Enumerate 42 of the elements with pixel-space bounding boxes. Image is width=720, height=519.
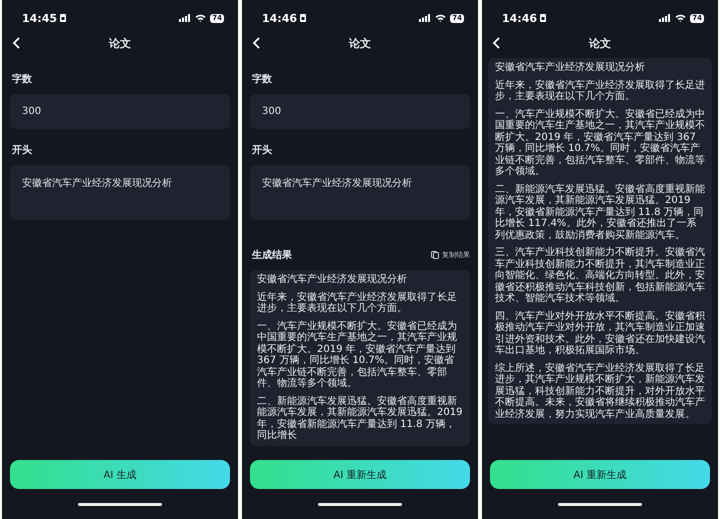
field-label: 字数 (252, 72, 273, 86)
back-icon[interactable] (252, 36, 262, 50)
field-label: 开头 (12, 144, 33, 157)
sim-card-icon (60, 14, 66, 22)
signal-icon (419, 14, 432, 22)
page-title: 论文 (349, 36, 371, 50)
wifi-icon (675, 14, 686, 22)
back-icon[interactable] (12, 36, 22, 50)
result-paragraph: 安徽省汽车产业经济发展现况分析 (257, 274, 408, 286)
result-paragraph: 二、新能源汽车发展迅猛。安徽省高度重视新能源汽车发展，其新能源汽车发展迅猛。2019 年，安徽省新能源汽车产量达到 11.8 万辆，同比增长 (257, 396, 463, 442)
result-paragraph: 三、汽车产业科技创新能力不断提升。安徽省汽车产业科技创新能力不断提升，其汽车制造业正向智能化、绿色化、高端化方向转型。此外，安徽省还积极推动汽车科技创新，包括新能源汽车技术、智能汽车技术等领域。 (495, 247, 705, 304)
page-title: 论文 (589, 36, 611, 50)
section-heading: 生成结果 (252, 248, 292, 262)
input-field[interactable]: 安徽省汽车产业经济发展现况分析 (10, 165, 230, 220)
page-title: 论文 (109, 36, 131, 50)
sim-card-icon (300, 14, 306, 22)
signal-icon (659, 14, 672, 22)
status-time: 14:45 (22, 12, 58, 24)
field-label: 开头 (252, 144, 273, 157)
wifi-icon (195, 14, 206, 22)
signal-icon (179, 14, 192, 22)
result-paragraph: 近年来，安徽省汽车产业经济发展取得了长足进步，主要表现在以下几个方面。 (257, 292, 458, 314)
input-field[interactable]: 300 (250, 94, 470, 129)
sim-card-icon (540, 14, 546, 22)
result-paragraph: 近年来，安徽省汽车产业经济发展取得了长足进步，主要表现在以下几个方面。 (495, 80, 705, 102)
status-time: 14:46 (502, 12, 538, 24)
result-paragraph: 一、汽车产业规模不断扩大。安徽省已经成为中国重要的汽车生产基地之一，其汽车产业规模不断扩大。2019 年，安徽省汽车产量达到 367 万辆，同比增长 10.7%。同时，安徽省汽车产业链不断完善，包括汽车整车、零部件、物流等多个领域。 (495, 108, 705, 178)
copy-icon (431, 251, 439, 259)
back-icon[interactable] (492, 36, 502, 50)
result-paragraph: 四、汽车产业对外开放水平不断提高。安徽省积极推动汽车产业对外开放，其汽车制造业正加速引进外资和技术。此外，安徽省还在加快建设汽车出口基地，积极拓展国际市场。 (495, 310, 705, 356)
result-paragraph: 综上所述，安徽省汽车产业经济发展取得了长足进步，其汽车产业规模不断扩大，新能源汽车发展迅猛，科技创新能力不断提升，对外开放水平不断提高。未来，安徽省将继续积极推动汽车产业经济发展，努力实现汽车产业高质量发展。 (495, 362, 705, 420)
generate-button[interactable]: AI 生成 (10, 460, 230, 489)
input-field[interactable]: 安徽省汽车产业经济发展现况分析 (250, 165, 470, 220)
status-time: 14:46 (262, 12, 298, 24)
generate-button[interactable]: AI 重新生成 (250, 460, 470, 489)
result-paragraph: 二、新能源汽车发展迅猛。安徽省高度重视新能源汽车发展，其新能源汽车发展迅猛。2019 年，安徽省新能源汽车产量达到 11.8 万辆，同比增长 117.4%。此外，安徽省还推出了一系列优惠政策，鼓励消费者购买新能源汽车。 (495, 184, 705, 241)
field-label: 字数 (12, 72, 33, 86)
input-field[interactable]: 300 (10, 94, 230, 129)
generate-button[interactable]: AI 重新生成 (490, 460, 710, 489)
result-paragraph: 一、汽车产业规模不断扩大。安徽省已经成为中国重要的汽车生产基地之一，其汽车产业规模不断扩大。2019 年，安徽省汽车产量达到 367 万辆，同比增长 10.7%。同时，安徽省汽车产业链不断完善，包括汽车整车、零部件、物流等多个领域。 (257, 320, 458, 390)
wifi-icon (435, 14, 446, 22)
result-paragraph: 安徽省汽车产业经济发展现况分析 (495, 62, 646, 74)
